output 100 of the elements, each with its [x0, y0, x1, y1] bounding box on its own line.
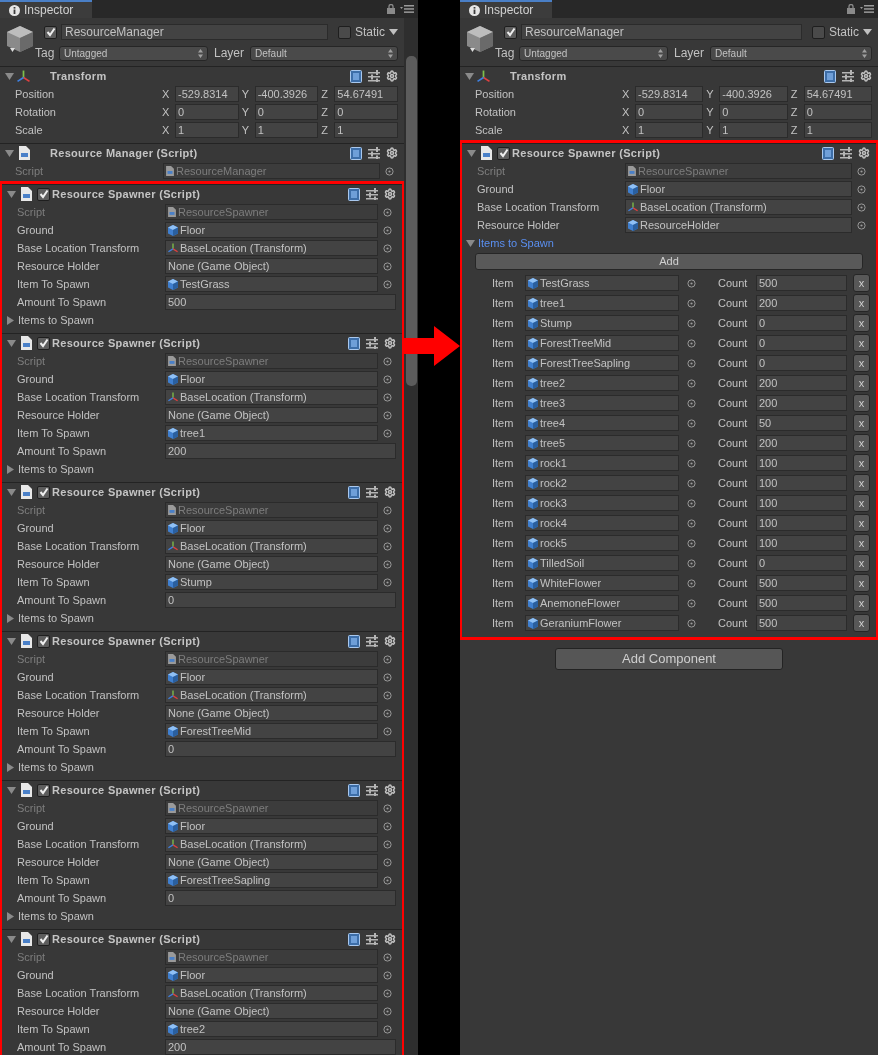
foldout-arrow-icon[interactable] — [5, 71, 14, 81]
sliders-icon[interactable] — [368, 70, 380, 82]
number-field[interactable]: 500 — [756, 615, 847, 631]
object-field[interactable]: Floor — [165, 520, 378, 536]
object-field[interactable]: BaseLocation (Transform) — [165, 240, 378, 256]
object-field[interactable]: tree3 — [525, 395, 679, 411]
remove-button[interactable]: x — [853, 434, 870, 452]
remove-button[interactable]: x — [853, 474, 870, 492]
remove-button[interactable]: x — [853, 614, 870, 632]
foldout-arrow-icon[interactable] — [6, 911, 15, 921]
object-field[interactable]: Floor — [625, 181, 852, 197]
enable-checkbox[interactable] — [37, 634, 50, 648]
remove-button[interactable]: x — [853, 414, 870, 432]
foldout-label[interactable]: Items to Spawn — [18, 758, 94, 776]
object-field[interactable]: BaseLocation (Transform) — [165, 836, 378, 852]
number-field[interactable]: 500 — [756, 595, 847, 611]
number-field[interactable]: 500 — [756, 575, 847, 591]
object-field[interactable]: ForestTreeSapling — [165, 872, 378, 888]
number-field[interactable]: 200 — [756, 295, 847, 311]
enable-checkbox[interactable] — [497, 146, 510, 160]
scrollbar[interactable] — [404, 18, 418, 1055]
component-title[interactable]: Resource Spawner (Script) — [52, 632, 201, 650]
name-field[interactable]: ResourceManager — [521, 24, 802, 40]
object-field[interactable]: Floor — [165, 222, 378, 238]
remove-button[interactable]: x — [853, 334, 870, 352]
inspector-tab[interactable]: Inspector — [0, 0, 92, 18]
object-field[interactable]: Floor — [165, 818, 378, 834]
number-field[interactable]: 100 — [756, 535, 847, 551]
number-field[interactable]: -400.3926 — [719, 86, 788, 102]
remove-button[interactable]: x — [853, 354, 870, 372]
settings-icon[interactable] — [858, 147, 870, 159]
settings-icon[interactable] — [384, 337, 396, 349]
remove-button[interactable]: x — [853, 494, 870, 512]
foldout-label[interactable]: Items to Spawn — [18, 311, 94, 329]
number-field[interactable]: 100 — [756, 455, 847, 471]
remove-button[interactable]: x — [853, 514, 870, 532]
object-field[interactable]: None (Game Object) — [165, 705, 378, 721]
number-field[interactable]: 200 — [756, 435, 847, 451]
number-field[interactable]: 100 — [756, 475, 847, 491]
foldout-arrow-icon[interactable] — [467, 148, 476, 158]
object-field[interactable]: BaseLocation (Transform) — [165, 687, 378, 703]
scrollbar-thumb[interactable] — [405, 56, 417, 386]
object-field[interactable]: rock1 — [525, 455, 679, 471]
number-field[interactable]: 54.67491 — [803, 86, 872, 102]
object-field[interactable]: None (Game Object) — [165, 556, 378, 572]
object-field[interactable]: Stump — [525, 315, 679, 331]
active-checkbox[interactable] — [44, 25, 57, 39]
component-title[interactable]: Resource Spawner (Script) — [512, 144, 661, 162]
number-field[interactable]: 0 — [165, 890, 396, 906]
enable-checkbox[interactable] — [37, 336, 50, 350]
foldout-arrow-icon[interactable] — [7, 189, 16, 199]
number-field[interactable]: 0 — [175, 104, 239, 120]
settings-icon[interactable] — [386, 70, 398, 82]
number-field[interactable]: 1 — [635, 122, 704, 138]
object-field[interactable]: ForestTreeSapling — [525, 355, 679, 371]
remove-button[interactable]: x — [853, 454, 870, 472]
object-field[interactable]: WhiteFlower — [525, 575, 679, 591]
object-field[interactable]: Floor — [165, 967, 378, 983]
number-field[interactable]: -529.8314 — [175, 86, 239, 102]
enable-checkbox[interactable] — [37, 932, 50, 946]
remove-button[interactable]: x — [853, 594, 870, 612]
object-field[interactable]: BaseLocation (Transform) — [165, 985, 378, 1001]
settings-icon[interactable] — [384, 784, 396, 796]
object-field[interactable]: tree2 — [525, 375, 679, 391]
number-field[interactable]: 50 — [756, 415, 847, 431]
inspector-tab[interactable]: Inspector — [460, 0, 552, 18]
number-field[interactable]: 100 — [756, 495, 847, 511]
number-field[interactable]: 200 — [165, 443, 396, 459]
number-field[interactable]: 0 — [635, 104, 704, 120]
foldout-arrow-icon[interactable] — [6, 464, 15, 474]
foldout-label[interactable]: Items to Spawn — [478, 234, 554, 252]
tag-dropdown[interactable]: Untagged — [59, 45, 208, 61]
object-field[interactable]: None (Game Object) — [165, 854, 378, 870]
foldout-arrow-icon[interactable] — [7, 785, 16, 795]
number-field[interactable]: 1 — [803, 122, 872, 138]
sliders-icon[interactable] — [368, 147, 380, 159]
object-field[interactable]: None (Game Object) — [165, 407, 378, 423]
foldout-arrow-icon[interactable] — [465, 71, 474, 81]
number-field[interactable]: 0 — [756, 335, 847, 351]
foldout-arrow-icon[interactable] — [6, 762, 15, 772]
object-field[interactable]: None (Game Object) — [165, 258, 378, 274]
number-field[interactable]: 200 — [756, 375, 847, 391]
remove-button[interactable]: x — [853, 574, 870, 592]
layer-dropdown[interactable]: Default — [710, 45, 872, 61]
object-field[interactable]: Stump — [165, 574, 378, 590]
object-field[interactable]: ForestTreeMid — [165, 723, 378, 739]
settings-icon[interactable] — [384, 933, 396, 945]
foldout-arrow-icon[interactable] — [5, 148, 14, 158]
object-field[interactable]: rock5 — [525, 535, 679, 551]
static-checkbox[interactable] — [338, 25, 351, 39]
enable-checkbox[interactable] — [37, 485, 50, 499]
settings-icon[interactable] — [384, 486, 396, 498]
foldout-arrow-icon[interactable] — [7, 934, 16, 944]
layer-dropdown[interactable]: Default — [250, 45, 398, 61]
name-field[interactable]: ResourceManager — [61, 24, 328, 40]
sliders-icon[interactable] — [840, 147, 852, 159]
number-field[interactable]: 0 — [254, 104, 319, 120]
component-title[interactable]: Transform — [50, 67, 107, 85]
foldout-label[interactable]: Items to Spawn — [18, 907, 94, 925]
number-field[interactable]: 0 — [719, 104, 788, 120]
